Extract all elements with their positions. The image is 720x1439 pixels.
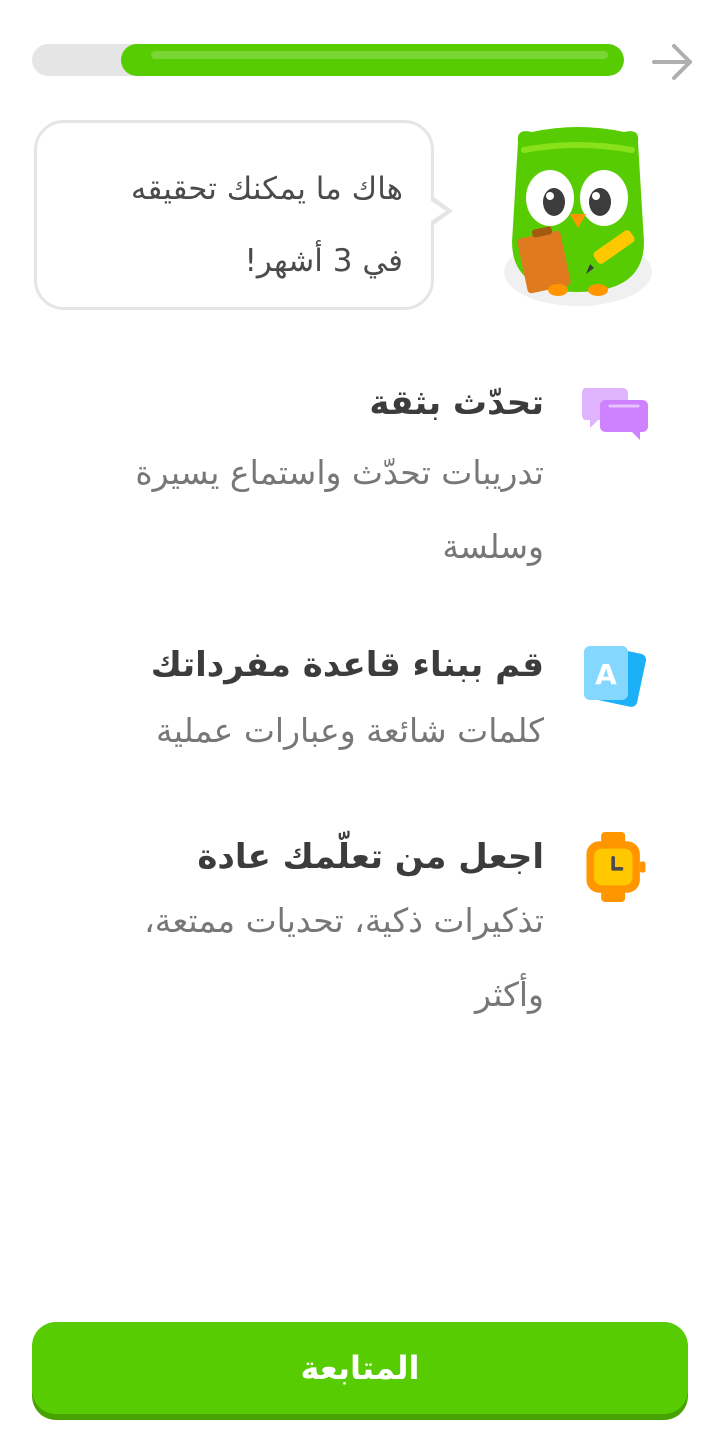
progress-bar-fill [121, 44, 624, 76]
watch-icon [586, 832, 646, 902]
feature-build-vocabulary: قم ببناء قاعدة مفرداتك كلمات شائعة وعبار… [24, 640, 544, 768]
arrow-right-icon[interactable] [650, 40, 696, 84]
feature-speak-confidently: تحدّث بثقة تدريبات تحدّث واستماع يسيرة و… [24, 378, 544, 584]
feature-title: قم ببناء قاعدة مفرداتك [150, 645, 544, 685]
continue-button[interactable]: المتابعة [32, 1322, 688, 1414]
feature-description-line-1: كلمات شائعة وعبارات عملية [156, 711, 544, 750]
feature-title: اجعل من تعلّمك عادة [197, 837, 544, 877]
speech-bubble-text: هاك ما يمكنك تحقيقه في 3 أشهر! [73, 153, 403, 297]
feature-description-line-1: تدريبات تحدّث واستماع يسيرة [135, 453, 544, 492]
feature-description-line-2: وسلسة [442, 527, 544, 566]
chat-bubbles-icon [582, 388, 648, 440]
speech-bubble-tail [428, 195, 453, 227]
feature-description-line-2: وأكثر [475, 975, 544, 1014]
feature-title: تحدّث بثقة [369, 383, 544, 423]
duo-owl-mascot [504, 127, 652, 306]
feature-description-line-1: تذكيرات ذكية، تحديات ممتعة، [144, 901, 544, 940]
speech-bubble: هاك ما يمكنك تحقيقه في 3 أشهر! [34, 120, 453, 310]
speech-line-2: في 3 أشهر! [244, 243, 403, 279]
svg-text:A: A [595, 658, 617, 691]
vocabulary-cards-icon: A [584, 646, 647, 707]
speech-line-1: هاك ما يمكنك تحقيقه [130, 171, 403, 207]
feature-make-learning-habit: اجعل من تعلّمك عادة تذكيرات ذكية، تحديات… [24, 832, 544, 1032]
progress-bar [32, 44, 624, 76]
progress-bar-highlight [151, 51, 608, 59]
